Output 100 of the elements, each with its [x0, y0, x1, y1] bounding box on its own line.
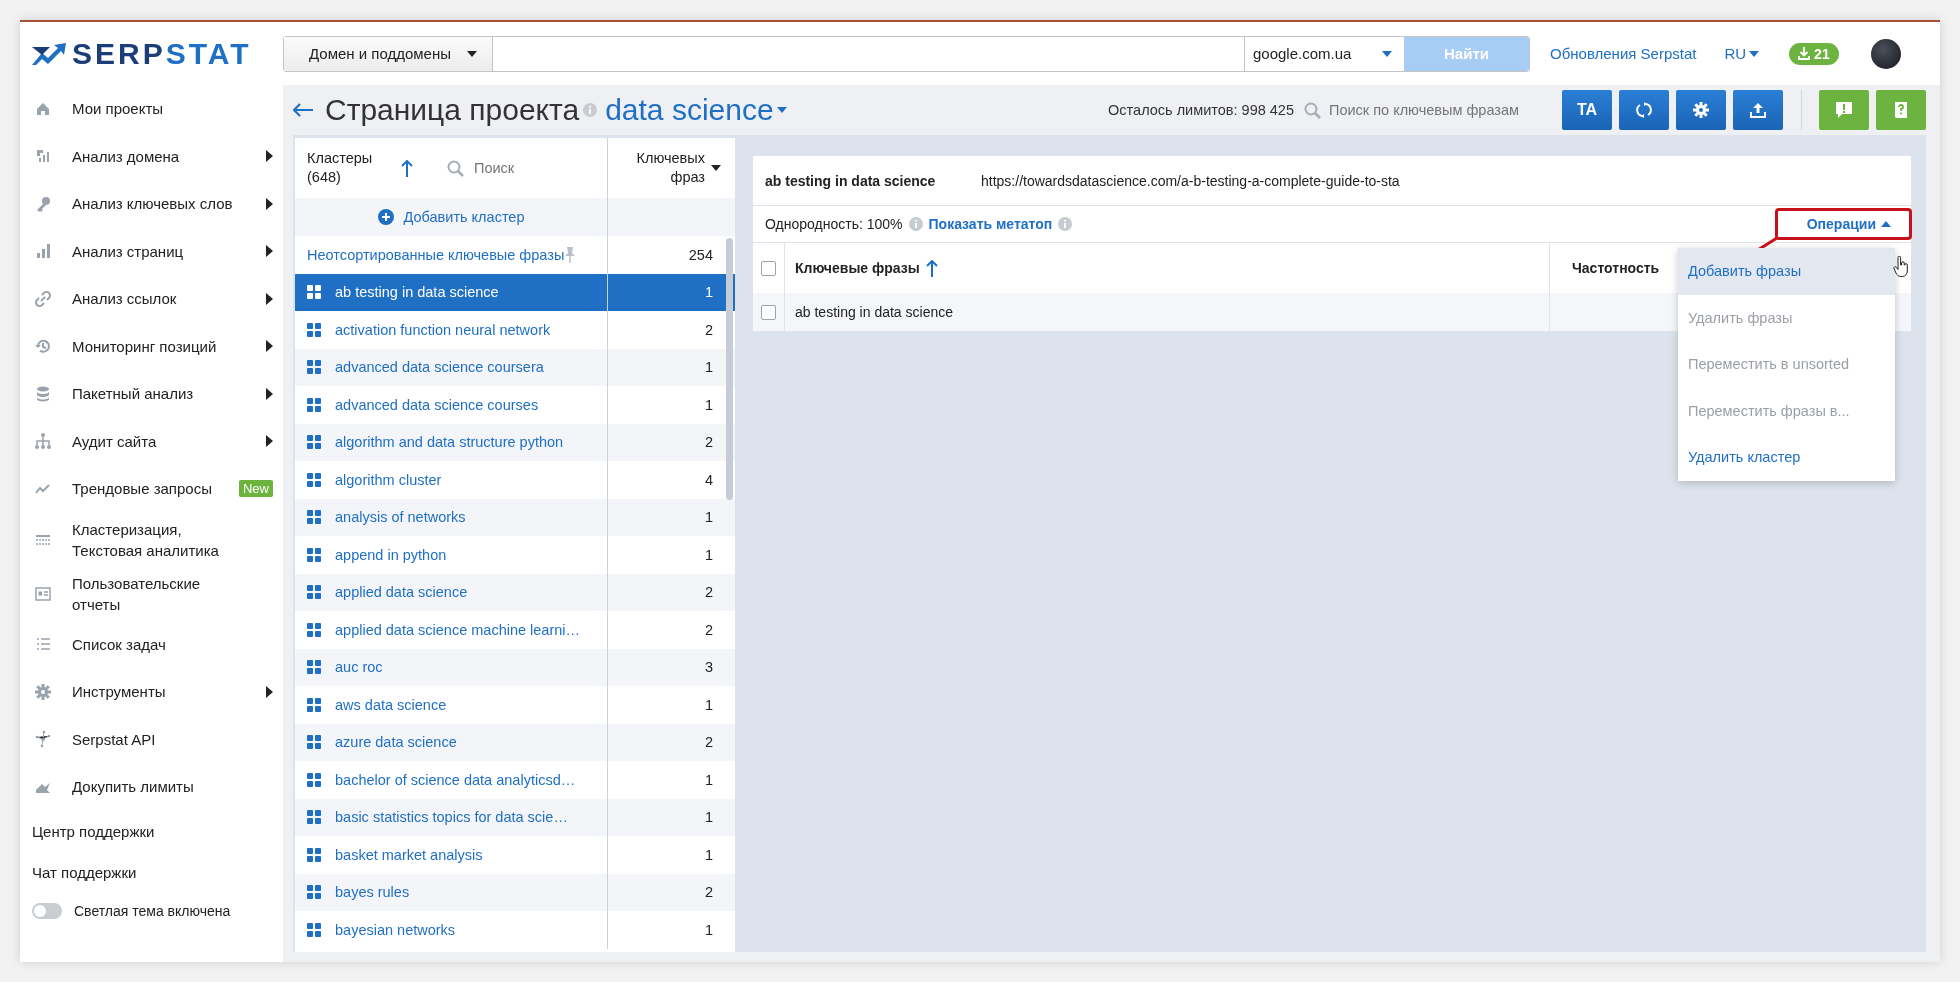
cluster-row[interactable]: ab testing in data science 1 [295, 273, 735, 311]
sidebar-item[interactable]: Инструменты [72, 681, 242, 703]
submenu-arrow-icon [266, 292, 273, 305]
sidebar-item[interactable]: Анализ ключевых слов [72, 193, 242, 215]
submenu-arrow-icon [266, 685, 273, 698]
submenu-arrow-icon [266, 340, 273, 353]
theme-toggle[interactable] [32, 902, 62, 919]
sidebar-item[interactable]: Анализ ссылок [72, 288, 242, 310]
cluster-row[interactable]: analysis of networks 1 [295, 498, 735, 536]
cluster-count: 2 [703, 584, 714, 601]
sidebar-item[interactable]: Трендовые запросы [72, 478, 239, 500]
menu-item[interactable]: Удалить кластер [1678, 434, 1895, 481]
sidebar-item[interactable]: Анализ страниц [72, 240, 242, 262]
cluster-row[interactable]: advanced data science coursera 1 [295, 348, 735, 386]
cluster-icon [307, 585, 321, 600]
refresh-button[interactable] [1619, 90, 1669, 130]
language-select[interactable]: RU [1724, 45, 1760, 62]
cluster-name: azure data science [335, 734, 457, 751]
cluster-icon [307, 510, 321, 525]
sidebar-link[interactable]: Центр поддержки [32, 810, 283, 852]
operations-button[interactable]: Операции [1800, 215, 1897, 233]
column-header[interactable]: Частотность [1572, 260, 1660, 276]
sidebar-item[interactable]: Мои проекты [72, 98, 242, 120]
search-icon [1304, 101, 1321, 119]
cluster-row[interactable]: bayes rules 2 [295, 873, 735, 911]
keyword-search-field[interactable]: Поиск по ключевым фразам [1327, 101, 1527, 119]
cluster-row[interactable]: applied data science 2 [295, 573, 735, 611]
cluster-row[interactable]: auc roc 3 [295, 648, 735, 686]
cluster-name: applied data science machine learni… [335, 621, 581, 638]
cluster-name: ab testing in data science [335, 284, 499, 301]
back-arrow-icon[interactable] [293, 103, 313, 117]
keyword-count-column-header[interactable]: Ключевых фраз [635, 149, 705, 187]
unsorted-phrases-item[interactable]: Неотсортированные ключевые фразы [307, 246, 565, 263]
alert-button[interactable] [1819, 90, 1869, 130]
sidebar-item[interactable]: Аудит сайта [72, 430, 242, 452]
submenu-arrow-icon [266, 150, 273, 163]
updates-link[interactable]: Обновления Serpstat [1550, 45, 1697, 62]
theme-toggle-label: Светлая тема включена [74, 902, 231, 919]
cluster-search-field[interactable]: Поиск [472, 159, 552, 177]
help-button[interactable] [1876, 90, 1926, 130]
monitoring-icon [34, 337, 52, 356]
cluster-row[interactable]: algorithm and data structure python 2 [295, 423, 735, 461]
upload-icon [1749, 101, 1767, 119]
feedback-icon [1834, 100, 1854, 120]
text-analytics-button[interactable]: TA [1562, 90, 1612, 130]
cluster-icon [307, 772, 321, 787]
cluster-row[interactable]: basic statistics topics for data scie… 1 [295, 798, 735, 836]
sort-arrow-icon [925, 259, 938, 277]
project-select[interactable]: data science [605, 93, 787, 127]
info-icon [908, 217, 923, 231]
export-button[interactable] [1733, 90, 1783, 130]
checkbox[interactable] [761, 304, 776, 320]
info-icon [583, 103, 598, 117]
dropdown-caret-icon [1749, 50, 1760, 57]
cluster-row[interactable]: azure data science 2 [295, 723, 735, 761]
sidebar-item[interactable]: Кластеризация, Текстовая аналитика [72, 518, 242, 561]
page-title: Страница проекта [325, 93, 580, 127]
show-metatop-link[interactable]: Показать метатоп [928, 216, 1053, 232]
pin-icon [564, 245, 577, 264]
cluster-name: bayesian networks [335, 921, 456, 938]
user-avatar[interactable] [1870, 38, 1901, 69]
plus-icon [377, 209, 394, 225]
clusters-heading: Кластеры (648) [307, 149, 374, 187]
logo-icon [32, 42, 66, 65]
cluster-name: analysis of networks [335, 509, 466, 526]
cluster-count: 3 [703, 659, 714, 676]
submenu-arrow-icon [266, 245, 273, 258]
cluster-name: advanced data science coursera [335, 359, 544, 376]
submenu-arrow-icon [266, 387, 273, 400]
sidebar-item[interactable]: Анализ домена [72, 145, 242, 167]
cluster-icon [307, 810, 321, 825]
cluster-count: 2 [703, 434, 714, 451]
settings-button[interactable] [1676, 90, 1726, 130]
links-icon [34, 289, 52, 308]
sidebar-link[interactable]: Чат поддержки [32, 851, 283, 893]
audit-icon [34, 432, 52, 451]
sidebar-item[interactable]: Пакетный анализ [72, 383, 242, 405]
cluster-count: 1 [703, 284, 714, 301]
checkbox[interactable] [761, 260, 776, 276]
cluster-icon [307, 735, 321, 750]
sidebar-item[interactable]: Докупить лимиты [72, 776, 242, 798]
cluster-count: 2 [703, 884, 714, 901]
scrollbar[interactable] [726, 238, 733, 500]
menu-item[interactable]: Добавить фразы [1678, 248, 1895, 295]
sidebar-item[interactable]: Serpstat API [72, 728, 242, 750]
cluster-icon [307, 285, 321, 300]
cluster-name: advanced data science courses [335, 396, 539, 413]
logo-text[interactable]: SERPSTAT [72, 36, 252, 71]
cluster-name: applied data science [335, 584, 468, 601]
settings-icon [1692, 101, 1710, 119]
cluster-icon [307, 885, 321, 900]
cluster-count: 4 [703, 471, 714, 488]
column-header[interactable]: Ключевые фразы [795, 260, 920, 276]
cluster-url: https://towardsdatascience.com/a-b-testing-a-complete-guide-to-sta [981, 172, 1400, 189]
sidebar-item[interactable]: Список задач [72, 633, 242, 655]
info-icon [1058, 217, 1073, 231]
sort-arrow-icon [401, 159, 413, 177]
sidebar-item[interactable]: Пользовательские отчеты [72, 572, 242, 615]
sidebar-item[interactable]: Мониторинг позиций [72, 335, 242, 357]
cluster-icon [307, 360, 321, 375]
